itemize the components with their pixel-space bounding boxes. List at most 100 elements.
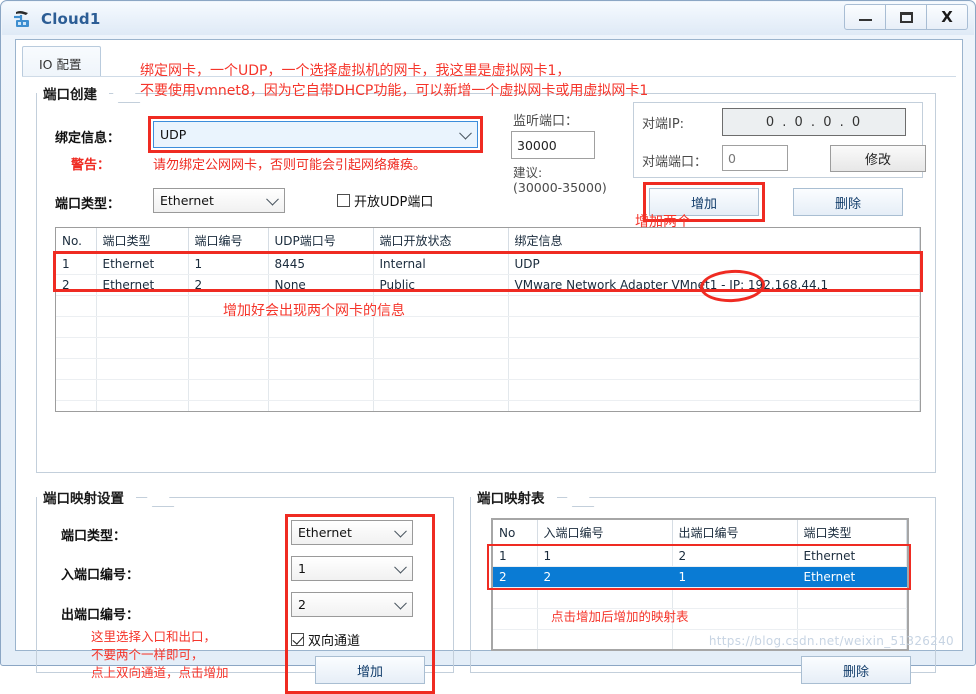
peer-port-input[interactable]: 0 [722,145,788,171]
modify-button[interactable]: 修改 [830,145,926,172]
dialog-body: IO 配置 端口创建 绑定信息： UDP 警告： 请勿绑定公网网卡，否则可能会引… [15,39,963,694]
title-bar: Cloud1 X [2,2,974,35]
port-table-header-row: No. 端口类型 端口编号 UDP端口号 端口开放状态 绑定信息 [56,228,920,254]
suggest-range: (30000-35000) [513,180,607,195]
checkbox-box [291,633,304,646]
cell-out: 2 [672,545,798,567]
map-port-type-combo[interactable]: Ethernet [291,520,413,545]
cell-state: Internal [373,253,509,275]
table-row-empty [56,337,920,359]
listen-port-input[interactable]: 30000 [511,131,595,159]
chevron-down-icon [394,524,407,538]
table-row[interactable]: 1 Ethernet 1 8445 Internal UDP [56,253,920,275]
close-button[interactable]: X [926,4,968,30]
minimize-button[interactable] [844,4,886,30]
mapping-header-row: No 入端口编号 出端口编号 端口类型 [493,520,907,546]
window-controls: X [844,4,968,30]
out-port-combo[interactable]: 2 [291,592,413,617]
map-col-in: 入端口编号 [537,520,673,546]
tab-page-io-config: 端口创建 绑定信息： UDP 警告： 请勿绑定公网网卡，否则可能会引起网络瘫痪。… [22,76,956,694]
mapping-annotation: 这里选择入口和出口， 不要两个一样即可， 点上双向通道，点击增加 [91,629,229,680]
port-col-no: No. [56,228,97,254]
delete-port-button[interactable]: 删除 [793,188,903,216]
port-table[interactable]: No. 端口类型 端口编号 UDP端口号 端口开放状态 绑定信息 1 Ether… [55,227,921,412]
peer-panel: 对端IP: 0 . 0 . 0 . 0 对端端口： 0 修改 [633,102,926,178]
table-row[interactable]: 2 Ethernet 2 None Public VMware Network … [56,274,920,296]
open-udp-checkbox[interactable]: 开放UDP端口 [337,191,433,210]
map-add-button[interactable]: 增加 [315,656,425,684]
chevron-down-icon [394,560,407,574]
cell-udp: 8445 [268,253,374,275]
peer-ip-input[interactable]: 0 . 0 . 0 . 0 [722,108,906,136]
port-create-group-title: 端口创建 [37,83,109,103]
table-row[interactable]: 1 1 2 Ethernet [493,545,907,567]
cell-type: Ethernet [96,253,189,275]
chevron-down-icon [266,192,279,206]
mapping-settings-title: 端口映射设置 [37,487,136,507]
cell-state: Public [373,274,509,296]
cell-no: 2 [56,274,97,296]
cell-out: 1 [672,566,798,588]
table-row-selected[interactable]: 2 2 1 Ethernet [493,566,907,588]
map-col-type: 端口类型 [797,520,907,546]
cloud-config-window: Cloud1 X IO 配置 端口创建 绑定信息： UDP 警告： 请勿绑定公网… [0,0,976,694]
cell-type: Ethernet [797,545,907,567]
table-row-empty [493,651,907,652]
cell-in: 2 [537,566,673,588]
mapping-table-grid: No 入端口编号 出端口编号 端口类型 1 1 2 Ethernet 2 2 1… [493,520,907,652]
tab-io-config[interactable]: IO 配置 [22,46,101,80]
listen-port-label: 监听端口： [513,114,579,129]
port-type-value: Ethernet [160,193,214,208]
port-table-annotation: 增加好会出现两个网卡的信息 [223,303,405,319]
cell-number: 2 [188,274,269,296]
mapping-table-annotation: 点击增加后增加的映射表 [551,609,689,624]
warning-text: 请勿绑定公网网卡，否则可能会引起网络瘫痪。 [153,158,427,173]
peer-port-label: 对端端口： [642,155,708,170]
in-port-combo[interactable]: 1 [291,556,413,581]
peer-ip-value: 0 . 0 . 0 . 0 [765,114,863,130]
port-col-type: 端口类型 [96,228,189,254]
out-port-label: 出端口编号： [61,608,140,623]
table-row-empty [56,379,920,401]
chevron-down-icon [459,126,472,140]
mapping-table[interactable]: No 入端口编号 出端口编号 端口类型 1 1 2 Ethernet 2 2 1… [491,518,909,651]
table-row-empty [56,400,920,411]
mapping-settings-group: 端口映射设置 端口类型： Ethernet 入端口编号： 1 出端口编号： 2 [36,487,454,694]
bidirectional-checkbox[interactable]: 双向通道 [291,630,360,649]
in-port-label: 入端口编号： [61,568,140,583]
port-type-combo[interactable]: Ethernet [153,188,285,213]
cell-bind: VMware Network Adapter VMnet1 - IP: 192.… [508,274,920,296]
cell-type: Ethernet [797,566,907,588]
table-row-empty [56,295,920,317]
mapping-delete-button[interactable]: 删除 [801,656,911,684]
port-type-label: 端口类型： [55,197,121,212]
bidirectional-label: 双向通道 [308,634,361,649]
peer-ip-label: 对端IP: [642,117,685,132]
checkbox-box [337,194,350,207]
tab-strip: IO 配置 [22,46,101,80]
top-annotation: 绑定网卡，一个UDP，一个选择虚拟机的网卡，我这里是虚拟网卡1， 不要使用vmn… [140,63,649,99]
bind-info-combo[interactable]: UDP [153,121,478,148]
bind-info-value: UDP [160,127,187,142]
map-port-type-value: Ethernet [298,525,352,540]
port-col-bind: 绑定信息 [508,228,920,254]
suggest-label: 建议: [513,165,543,180]
map-col-no: No [493,520,538,546]
cell-no: 1 [493,545,538,567]
warning-label: 警告： [71,158,111,173]
out-port-value: 2 [298,597,306,612]
cell-number: 1 [188,253,269,275]
peer-port-value: 0 [728,150,736,166]
cell-no: 1 [56,253,97,275]
window-title: Cloud1 [41,9,101,28]
cell-bind: UDP [508,253,920,275]
port-col-state: 端口开放状态 [373,228,509,254]
watermark: https://blog.csdn.net/weixin_51326240 [708,634,954,648]
maximize-button[interactable] [885,4,927,30]
cloud-device-icon [12,8,34,30]
listen-port-value: 30000 [517,137,557,153]
port-table-body: 1 Ethernet 1 8445 Internal UDP 2 Etherne… [56,253,920,411]
table-row-empty [493,587,907,609]
map-port-type-label: 端口类型： [61,529,127,544]
chevron-down-icon [394,596,407,610]
